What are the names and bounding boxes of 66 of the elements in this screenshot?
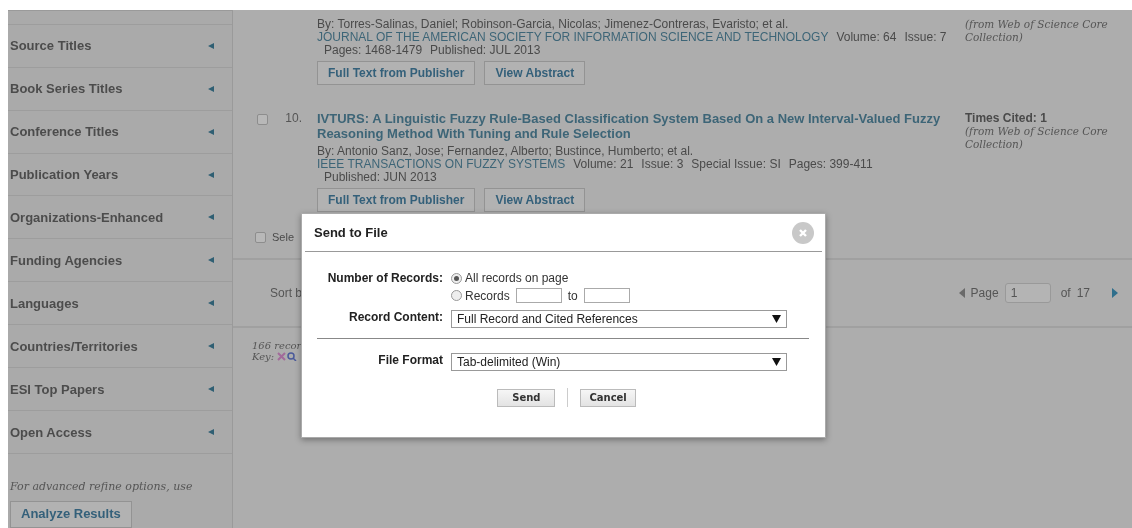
refine-category[interactable]: Conference Titles — [8, 110, 232, 154]
refine-category[interactable]: Open Access — [8, 411, 232, 454]
radio-button[interactable] — [451, 290, 462, 301]
range-end-field[interactable] — [583, 288, 630, 303]
refine-note: For advanced refine options, use — [10, 480, 194, 493]
dropdown-arrow-icon — [772, 358, 781, 366]
times-cited: Times Cited: 1 — [965, 111, 1048, 125]
page-of-label: of — [1060, 286, 1071, 300]
refine-category[interactable]: Source Titles — [8, 24, 232, 68]
records-count: 166 recor — [252, 340, 303, 351]
record-action-button[interactable]: Full Text from Publisher — [317, 61, 476, 85]
dropdown-arrow-icon — [772, 315, 781, 323]
refine-category[interactable]: Languages — [8, 282, 232, 326]
dialog-title: Send to File — [314, 225, 388, 240]
page-label: Page — [970, 286, 999, 300]
record-content-label: Record Content: — [348, 310, 444, 324]
times-cited-note: (from Web of Science Core Collection) — [965, 18, 1109, 44]
record-title-link[interactable]: IVTURS: A Linguistic Fuzzy Rule-Based Classification System Based On a New Interval-Valued Fuzzy Reasoning Method With Tuning and Rule Selection — [317, 111, 960, 141]
analyze-results-button[interactable]: Analyze Results — [10, 501, 132, 528]
record-detail: Volume: 64 — [836, 30, 897, 44]
radio-label: Records — [465, 288, 510, 303]
record-detail: Pages: 399-411 — [788, 157, 873, 171]
record-detail: Issue: 7 — [904, 30, 947, 44]
number-of-records-label: Number of Records: — [326, 271, 444, 285]
refine-category[interactable]: Organizations-Enhanced — [8, 196, 232, 240]
page-total: 17 — [1076, 286, 1090, 300]
range-to-label: to — [567, 288, 578, 303]
sort-label: Sort b — [270, 286, 302, 300]
select-checkbox[interactable] — [255, 231, 266, 243]
refine-category[interactable]: Book Series Titles — [8, 67, 232, 111]
cancel-button[interactable]: Cancel — [580, 388, 636, 407]
range-start-field[interactable] — [515, 288, 562, 303]
record-action-button[interactable]: View Abstract — [484, 61, 586, 85]
journal-link[interactable]: IEEE TRANSACTIONS ON FUZZY SYSTEMS — [317, 157, 566, 171]
record-detail: Published: JUN 2013 — [324, 170, 437, 184]
key-label: Key: — [252, 351, 275, 362]
record-action-button[interactable]: View Abstract — [484, 188, 586, 212]
file-format-select[interactable]: Tab-delimited (Win) — [451, 353, 787, 371]
file-format-label: File Format — [377, 353, 444, 367]
record-number: 10. — [284, 111, 303, 125]
record-detail: Volume: 21 — [573, 157, 634, 171]
refine-category[interactable]: Publication Years — [8, 153, 232, 197]
record-content-select[interactable]: Full Record and Cited References — [451, 310, 787, 328]
key-icons-drawing — [277, 352, 298, 361]
record-checkbox[interactable] — [257, 114, 268, 125]
previous-page-icon — [958, 288, 965, 298]
select-label: Sele — [272, 231, 295, 243]
record-detail: Pages: 1468-1479 — [324, 43, 423, 57]
radio-label: All records on page — [465, 271, 569, 285]
record-authors: By: Antonio Sanz, Jose; Fernandez, Alberto; Bustince, Humberto; et al. — [317, 145, 695, 158]
page-field[interactable]: 1 — [1004, 283, 1051, 303]
refine-category[interactable]: ESI Top Papers — [8, 368, 232, 412]
times-cited-note: (from Web of Science Core Collection) — [965, 125, 1109, 151]
close-button[interactable] — [792, 221, 814, 244]
close-icon — [798, 227, 808, 238]
record-detail: Special Issue: SI — [691, 157, 781, 171]
refine-category[interactable]: Countries/Territories — [8, 325, 232, 369]
record-authors: By: Torres-Salinas, Daniel; Robinson-Garcia, Nicolas; Jimenez-Contreras, Evaristo; et al. — [317, 18, 790, 31]
journal-link[interactable]: JOURNAL OF THE AMERICAN SOCIETY FOR INFORMATION SCIENCE AND TECHNOLOGY — [317, 30, 829, 44]
refine-category[interactable]: Funding Agencies — [8, 239, 232, 283]
record-detail: Issue: 3 — [641, 157, 684, 171]
radio-button[interactable] — [451, 272, 462, 284]
send-button[interactable]: Send — [497, 388, 556, 407]
record-action-button[interactable]: Full Text from Publisher — [317, 188, 476, 212]
next-page-icon[interactable] — [1112, 288, 1118, 298]
record-detail: Published: JUL 2013 — [430, 43, 541, 57]
